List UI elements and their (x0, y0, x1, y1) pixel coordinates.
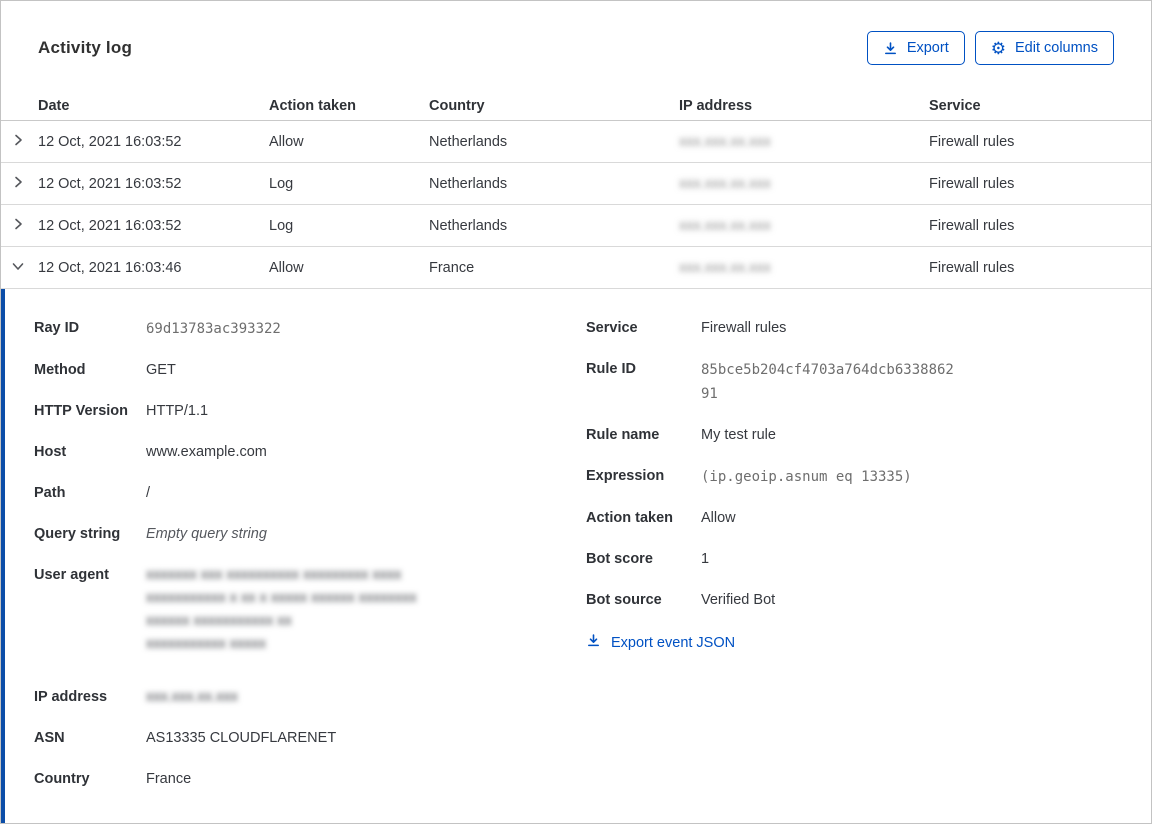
column-header-date: Date (38, 97, 70, 114)
column-header-country: Country (429, 97, 485, 114)
cell-action-taken: Allow (269, 133, 304, 150)
path-label: Path (34, 485, 66, 501)
table-row[interactable]: 12 Oct, 2021 16:03:52 Log Netherlands xx… (1, 205, 1151, 247)
host-value: www.example.com (146, 444, 267, 460)
cell-action-taken: Log (269, 175, 294, 192)
service-label: Service (586, 320, 638, 336)
ip-address-label: IP address (34, 689, 108, 705)
user-agent-line: xxxxxxxxxxx xxxxx (146, 636, 267, 652)
column-header-ip-address: IP address (679, 97, 753, 114)
export-event-json-label: Export event JSON (611, 634, 736, 651)
row-expander[interactable] (1, 258, 38, 278)
method-value: GET (146, 362, 176, 378)
user-agent-label: User agent (34, 567, 109, 583)
row-expander[interactable] (1, 132, 38, 152)
edit-columns-button[interactable]: ⚙ Edit columns (974, 31, 1114, 65)
user-agent-line: xxxxxx xxxxxxxxxxx xx (146, 613, 292, 629)
chevron-right-icon[interactable] (10, 216, 26, 236)
bot-source-value: Verified Bot (701, 592, 776, 608)
bot-source-label: Bot source (586, 592, 662, 608)
gear-icon: ⚙ (990, 38, 1006, 58)
cell-service: Firewall rules (929, 133, 1015, 150)
expression-value: (ip.geoip.asnum eq 13335) (701, 469, 912, 485)
download-icon (586, 633, 601, 652)
service-value: Firewall rules (701, 320, 787, 336)
export-event-json-link[interactable]: Export event JSON (586, 633, 735, 652)
page-title: Activity log (38, 38, 133, 57)
asn-value: AS13335 CLOUDFLARENET (146, 730, 337, 746)
country-value: France (146, 771, 192, 787)
http-version-value: HTTP/1.1 (146, 403, 209, 419)
rule-name-value: My test rule (701, 427, 776, 443)
cell-ip-address-redacted: xxx.xxx.xx.xxx (679, 175, 771, 192)
rule-name-label: Rule name (586, 427, 660, 443)
detail-column-right: Service Firewall rules Rule ID 85bce5b20… (577, 317, 1151, 823)
column-header-service: Service (929, 97, 981, 114)
chevron-right-icon[interactable] (10, 174, 26, 194)
user-agent-value-redacted: xxxxxxx xxx xxxxxxxxxx xxxxxxxxx xxxx xx… (146, 564, 417, 656)
cell-country: Netherlands (429, 217, 508, 234)
activity-log-panel: Activity log Export ⚙ Edit columns Date … (0, 0, 1152, 824)
action-taken-value: Allow (701, 510, 736, 526)
table-row[interactable]: 12 Oct, 2021 16:03:52 Allow Netherlands … (1, 121, 1151, 163)
export-button[interactable]: Export (866, 31, 965, 65)
ip-address-value-redacted: xxx.xxx.xx.xxx (146, 689, 238, 705)
action-taken-label: Action taken (586, 510, 674, 526)
chevron-down-icon[interactable] (10, 258, 26, 278)
cell-action-taken: Allow (269, 259, 304, 276)
bot-score-label: Bot score (586, 551, 653, 567)
cell-country: Netherlands (429, 133, 508, 150)
expanded-row-accent-bar (1, 289, 5, 823)
host-label: Host (34, 444, 67, 460)
query-string-value: Empty query string (146, 526, 267, 542)
cell-country: France (429, 259, 475, 276)
asn-label: ASN (34, 730, 65, 746)
panel-header: Activity log Export ⚙ Edit columns (1, 1, 1151, 65)
cell-ip-address-redacted: xxx.xxx.xx.xxx (679, 133, 771, 150)
query-string-label: Query string (34, 526, 121, 542)
chevron-right-icon[interactable] (10, 132, 26, 152)
cell-action-taken: Log (269, 217, 294, 234)
user-agent-line: xxxxxxx xxx xxxxxxxxxx xxxxxxxxx xxxx (146, 567, 402, 583)
toolbar: Export ⚙ Edit columns (866, 31, 1114, 65)
download-icon (883, 41, 898, 56)
cell-country: Netherlands (429, 175, 508, 192)
column-header-action-taken: Action taken (269, 97, 357, 114)
path-value: / (146, 485, 151, 501)
ray-id-value: 69d13783ac393322 (146, 321, 281, 337)
expanded-event-detail: Ray ID 69d13783ac393322 Method GET HTTP … (1, 289, 1151, 823)
cell-ip-address-redacted: xxx.xxx.xx.xxx (679, 217, 771, 234)
ray-id-label: Ray ID (34, 320, 80, 336)
user-agent-line: xxxxxxxxxxx x xx x xxxxx xxxxxx xxxxxxxx (146, 590, 417, 606)
cell-date: 12 Oct, 2021 16:03:46 (38, 259, 182, 276)
table-row[interactable]: 12 Oct, 2021 16:03:52 Log Netherlands xx… (1, 163, 1151, 205)
rule-id-value: 85bce5b204cf4703a764dcb633886291 (701, 362, 954, 402)
cell-service: Firewall rules (929, 259, 1015, 276)
row-expander[interactable] (1, 174, 38, 194)
rule-id-label: Rule ID (586, 361, 636, 377)
row-expander[interactable] (1, 216, 38, 236)
table-row-expanded[interactable]: 12 Oct, 2021 16:03:46 Allow France xxx.x… (1, 247, 1151, 289)
country-label: Country (34, 771, 90, 787)
cell-date: 12 Oct, 2021 16:03:52 (38, 133, 182, 150)
cell-date: 12 Oct, 2021 16:03:52 (38, 175, 182, 192)
edit-columns-button-label: Edit columns (1014, 40, 1098, 56)
cell-date: 12 Oct, 2021 16:03:52 (38, 217, 182, 234)
table-header-row: Date Action taken Country IP address Ser… (1, 91, 1151, 121)
method-label: Method (34, 362, 86, 378)
cell-ip-address-redacted: xxx.xxx.xx.xxx (679, 259, 771, 276)
detail-column-left: Ray ID 69d13783ac393322 Method GET HTTP … (1, 317, 577, 823)
http-version-label: HTTP Version (34, 403, 129, 419)
activity-log-table: Date Action taken Country IP address Ser… (1, 91, 1151, 289)
cell-service: Firewall rules (929, 217, 1015, 234)
bot-score-value: 1 (701, 551, 710, 567)
expression-label: Expression (586, 468, 665, 484)
export-button-label: Export (906, 40, 949, 56)
cell-service: Firewall rules (929, 175, 1015, 192)
